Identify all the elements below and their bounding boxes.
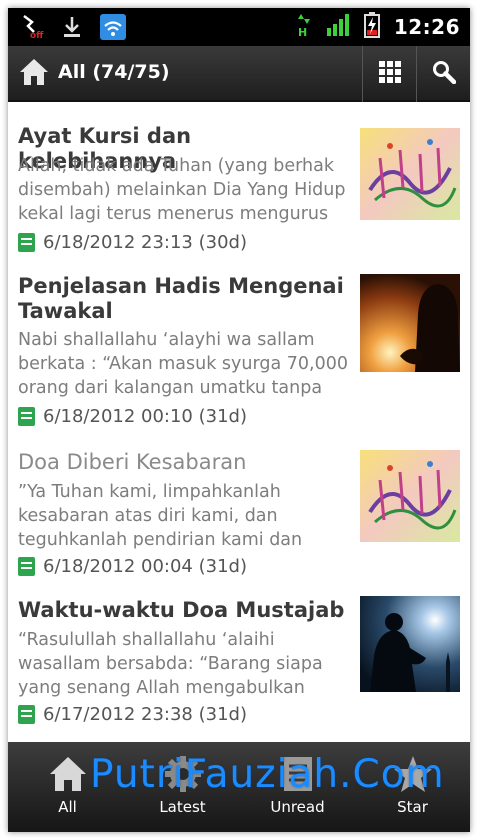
home-icon[interactable] [18, 56, 50, 90]
grid-view-button[interactable] [362, 46, 416, 102]
data-transfer-icon: H [296, 12, 312, 42]
home-icon [48, 754, 88, 794]
article-meta: 6/18/2012 00:04 (31d) [18, 556, 247, 577]
article-date: 6/18/2012 23:13 (30d) [43, 232, 247, 253]
article-meta: 6/17/2012 23:38 (31d) [18, 704, 247, 725]
document-icon [18, 557, 35, 576]
svg-text:H: H [298, 26, 307, 38]
signal-icon [326, 13, 350, 41]
gear-icon [163, 754, 203, 794]
bottom-tab-bar: All Latest Unread Star [8, 742, 470, 832]
status-bar: off H 12:26 [8, 8, 470, 46]
article-excerpt-line: wasallam bersabda: “Barang siapa [18, 654, 323, 674]
svg-text:off: off [30, 31, 44, 40]
tab-latest[interactable]: Latest [125, 742, 240, 832]
praying-silhouette-sunset-thumbnail [360, 274, 460, 372]
article-excerpt-line: yang senang Allah mengabulkan [18, 678, 305, 698]
tab-label: Latest [159, 798, 206, 816]
list-item[interactable]: Waktu-waktu Doa Mustajab “Rasulullah sha… [8, 578, 470, 742]
article-excerpt-line: teguhkanlah pendirian kami dan [18, 530, 303, 550]
praying-silhouette-night-thumbnail [360, 596, 460, 692]
article-excerpt-line: ”Ya Tuhan kami, limpahkanlah [18, 482, 281, 502]
battery-charging-icon [363, 12, 380, 42]
tab-unread[interactable]: Unread [240, 742, 355, 832]
article-date: 6/18/2012 00:04 (31d) [43, 556, 247, 577]
calligraphy-thumbnail [360, 128, 460, 220]
list-item[interactable]: Ayat Kursi dan kelebihannya Allah, tidak… [8, 104, 470, 254]
tab-all[interactable]: All [10, 742, 125, 832]
article-meta: 6/18/2012 23:13 (30d) [18, 232, 247, 253]
article-title: Penjelasan Hadis Mengenai Tawakal [18, 274, 344, 323]
usb-debug-off-icon: off [20, 14, 44, 44]
search-icon [432, 60, 456, 88]
article-excerpt-line: Nabi shallallahu ‘alayhi wa sallam [18, 330, 315, 350]
action-bar: All (74/75) [8, 46, 470, 102]
article-date: 6/17/2012 23:38 (31d) [43, 704, 247, 725]
document-icon [18, 705, 35, 724]
document-icon [18, 407, 35, 426]
calligraphy-thumbnail [360, 450, 460, 542]
tab-star[interactable]: Star [355, 742, 470, 832]
page-title: All (74/75) [58, 61, 170, 83]
article-excerpt-line: disembah) melainkan Dia Yang Hidup [18, 180, 346, 200]
star-icon [393, 754, 433, 794]
document-icon [18, 233, 35, 252]
tab-label: Star [397, 798, 428, 816]
download-icon [62, 15, 82, 43]
article-excerpt-line: Allah, tidak ada Tuhan (yang berhak [18, 156, 334, 176]
article-list: Ayat Kursi dan kelebihannya Allah, tidak… [8, 104, 470, 742]
clock: 12:26 [393, 15, 460, 39]
article-meta: 6/18/2012 00:10 (31d) [18, 406, 247, 427]
list-item[interactable]: Doa Diberi Kesabaran ”Ya Tuhan kami, lim… [8, 426, 470, 578]
app-screen: off H 12:26 All (74/75) Ayat Kursi dan k… [8, 8, 470, 832]
article-excerpt-line: berkata : “Akan masuk syurga 70,000 [18, 354, 348, 374]
wifi-icon [100, 14, 126, 44]
article-excerpt-line: kesabaran atas diri kami, dan [18, 506, 278, 526]
article-excerpt-line: kekal lagi terus menerus mengurus [18, 204, 329, 224]
article-excerpt-line: “Rasulullah shallallahu ‘alaihi [18, 630, 275, 650]
article-title: Waktu-waktu Doa Mustajab [18, 598, 345, 622]
document-icon [278, 754, 318, 794]
list-item[interactable]: Penjelasan Hadis Mengenai Tawakal Nabi s… [8, 254, 470, 427]
article-date: 6/18/2012 00:10 (31d) [43, 406, 247, 427]
tab-label: Unread [270, 798, 325, 816]
tab-label: All [58, 798, 77, 816]
article-title: Doa Diberi Kesabaran [18, 450, 247, 474]
grid-view-icon [378, 61, 401, 87]
search-button[interactable] [416, 46, 470, 102]
article-excerpt-line: orang dari kalangan umatku tanpa [18, 378, 323, 398]
